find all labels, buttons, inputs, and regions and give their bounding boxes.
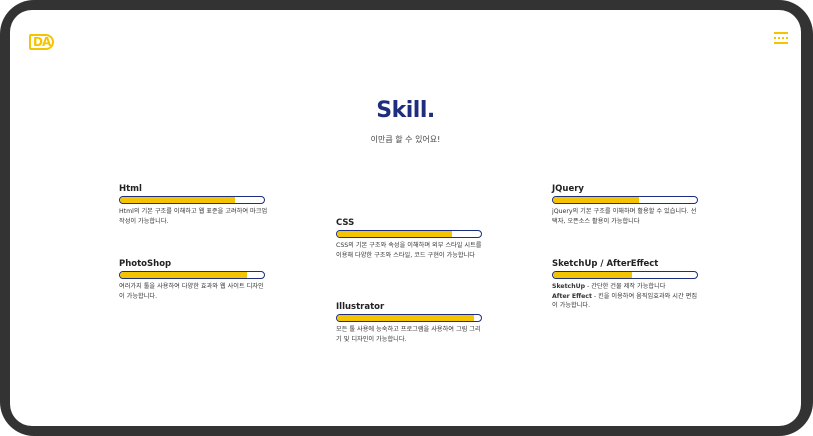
skill-desc: CSS의 기본 구조와 속성을 이해하며 외부 스타일 시트를 이용해 다양한 … [336,242,482,259]
page-title: Skill. [376,98,435,123]
skill-bar [119,196,265,204]
skill-bar-fill [337,231,453,237]
skill-bar [336,314,482,322]
skill-bar-fill [120,272,247,278]
skill-jquery: JQuery jQuery의 기본 구조를 이해하며 활용할 수 있습니다. 선… [552,184,702,226]
skill-name: PhotoShop [119,259,172,269]
page-subtitle: 이만큼 할 수 있어요! [370,135,441,144]
skill-name: Illustrator [336,302,385,312]
skill-name: JQuery [552,184,584,194]
logo-text: DA [29,34,55,50]
skill-bar-fill [120,197,236,203]
skill-bar-fill [337,315,474,321]
skill-desc: 모든 툴 사용에 능숙하고 프로그램을 사용하여 그림 그리기 및 디자인이 가… [336,326,481,343]
skill-html: Html Html의 기본 구조를 이해하고 웹 표준을 고려하여 마크업 작성… [119,184,269,226]
skill-bar [552,271,698,279]
skill-name: Html [119,184,142,194]
skill-photoshop: PhotoShop 여러가지 툴을 사용하여 다양한 효과와 웹 사이트 디자인… [119,259,269,301]
skill-bar [552,196,698,204]
skill-desc: jQuery의 기본 구조를 이해하며 활용할 수 있습니다. 선택자, 오픈소… [552,208,697,225]
desc-sketchup: - 간단한 건물 제작 가능합니다 [585,283,666,290]
skill-illustrator: Illustrator 모든 툴 사용에 능숙하고 프로그램을 사용하여 그림 … [336,302,486,344]
skill-bar-fill [553,272,633,278]
skill-css: CSS CSS의 기본 구조와 속성을 이해하며 외부 스타일 시트를 이용해 … [336,218,486,260]
skill-desc: 여러가지 툴을 사용하여 다양한 효과와 웹 사이트 디자인이 가능합니다. [119,283,264,300]
skill-sketchup-aftereffect: SketchUp / AfterEffect SketchUp - 간단한 건물… [552,259,702,311]
hamburger-icon[interactable] [774,32,788,46]
device-frame: DA Skill. 이만큼 할 수 있어요! Html Html의 기본 구조를… [0,0,813,436]
skill-desc: Html의 기본 구조를 이해하고 웹 표준을 고려하여 마크업 작성이 가능합… [119,208,268,225]
skill-desc: SketchUp - 간단한 건물 제작 가능합니다 After Effect … [552,282,702,311]
desc-bold-sketchup: SketchUp [552,283,586,290]
skill-name: CSS [336,218,355,228]
skill-bar [119,271,265,279]
screen: DA Skill. 이만큼 할 수 있어요! Html Html의 기본 구조를… [10,10,801,426]
skill-bar-fill [553,197,640,203]
da-logo-icon[interactable]: DA [29,31,55,50]
skill-name: SketchUp / AfterEffect [552,259,659,269]
skill-bar [336,230,482,238]
desc-bold-aftereffect: After Effect [552,292,592,300]
